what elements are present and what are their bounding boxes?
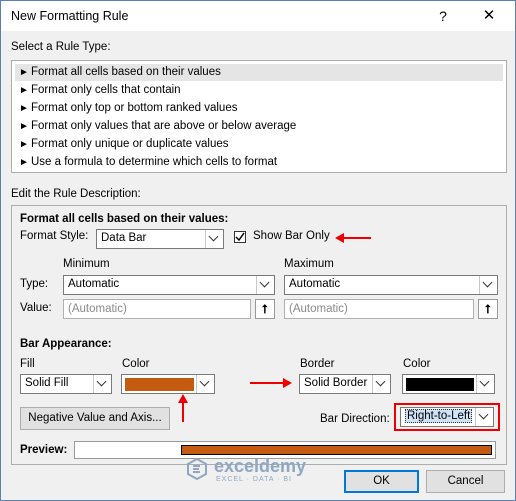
description-heading: Format all cells based on their values: [20, 213, 229, 225]
fill-type-combo[interactable]: Solid Fill [20, 374, 112, 394]
bar-appearance-heading: Bar Appearance: [20, 338, 112, 350]
border-type-combo[interactable]: Solid Border [299, 374, 391, 394]
chevron-down-icon [196, 375, 214, 393]
arrow-icon: ► [19, 67, 29, 78]
rule-type-item[interactable]: ► Format only top or bottom ranked values [15, 100, 503, 117]
chevron-down-icon [256, 276, 274, 294]
title-bar: New Formatting Rule ? ✕ [1, 1, 515, 31]
collapse-dialog-icon[interactable]: ⭡ [255, 299, 275, 319]
rule-type-item[interactable]: ► Format all cells based on their values [15, 64, 503, 81]
border-color-swatch [406, 378, 474, 391]
annotation-frame-bar-direction [394, 403, 500, 431]
border-color-label: Color [403, 358, 431, 370]
maximum-value-placeholder: (Automatic) [289, 303, 348, 315]
chevron-down-icon [93, 375, 111, 393]
minimum-header: Minimum [63, 258, 110, 270]
minimum-type-combo[interactable]: Automatic [63, 275, 275, 295]
bar-direction-label: Bar Direction: [320, 413, 390, 425]
minimum-value-placeholder: (Automatic) [68, 303, 127, 315]
maximum-header: Maximum [284, 258, 334, 270]
chevron-down-icon [205, 230, 223, 248]
negative-value-and-axis-button[interactable]: Negative Value and Axis... [20, 407, 170, 430]
dialog-title: New Formatting Rule [11, 9, 129, 23]
rule-type-section-label: Select a Rule Type: [11, 41, 111, 53]
ok-button[interactable]: OK [344, 470, 419, 493]
type-label: Type: [20, 278, 49, 290]
arrow-icon: ► [19, 139, 29, 150]
rule-type-item[interactable]: ► Format only values that are above or be… [15, 118, 503, 135]
new-formatting-rule-dialog: New Formatting Rule ? ✕ Select a Rule Ty… [0, 0, 516, 501]
maximum-type-value: Automatic [289, 278, 341, 290]
maximum-type-combo[interactable]: Automatic [284, 275, 498, 295]
rule-description-section-label: Edit the Rule Description: [11, 188, 141, 200]
chevron-down-icon [372, 375, 390, 393]
border-label: Border [300, 358, 335, 370]
help-button[interactable]: ? [433, 6, 453, 26]
arrow-icon: ► [19, 157, 29, 168]
fill-label: Fill [20, 358, 35, 370]
rule-type-list: ► Format all cells based on their values … [11, 60, 507, 173]
chevron-down-icon [479, 276, 497, 294]
arrow-icon: ► [19, 85, 29, 96]
minimum-value-field[interactable]: (Automatic) [63, 299, 251, 319]
show-bar-only-checkbox[interactable] [234, 231, 246, 243]
arrow-icon: ► [19, 121, 29, 132]
border-type-value: Solid Border [304, 377, 368, 389]
fill-color-picker[interactable] [121, 374, 215, 394]
rule-type-item[interactable]: ► Use a formula to determine which cells … [15, 154, 503, 171]
arrow-icon: ► [19, 103, 29, 114]
value-label: Value: [20, 302, 52, 314]
rule-type-item[interactable]: ► Format only unique or duplicate values [15, 136, 503, 153]
format-style-value: Data Bar [101, 232, 147, 244]
rule-type-item[interactable]: ► Format only cells that contain [15, 82, 503, 99]
minimum-type-value: Automatic [68, 278, 120, 290]
collapse-dialog-icon[interactable]: ⭡ [478, 299, 498, 319]
fill-color-swatch [125, 378, 194, 391]
watermark-name: exceldemy [214, 456, 307, 476]
fill-type-value: Solid Fill [25, 377, 69, 389]
preview-bar [181, 445, 492, 455]
close-button[interactable]: ✕ [475, 5, 503, 27]
format-style-label: Format Style: [20, 230, 89, 242]
checkmark-icon [235, 232, 245, 242]
chevron-down-icon [476, 375, 494, 393]
maximum-value-field[interactable]: (Automatic) [284, 299, 474, 319]
fill-color-label: Color [122, 358, 150, 370]
border-color-picker[interactable] [402, 374, 495, 394]
exceldemy-logo-icon [187, 458, 207, 480]
preview-label: Preview: [20, 444, 68, 456]
format-style-combo[interactable]: Data Bar [96, 229, 224, 249]
cancel-button[interactable]: Cancel [426, 470, 505, 493]
watermark-tagline: EXCEL · DATA · BI [216, 476, 292, 483]
show-bar-only-label: Show Bar Only [253, 230, 330, 242]
